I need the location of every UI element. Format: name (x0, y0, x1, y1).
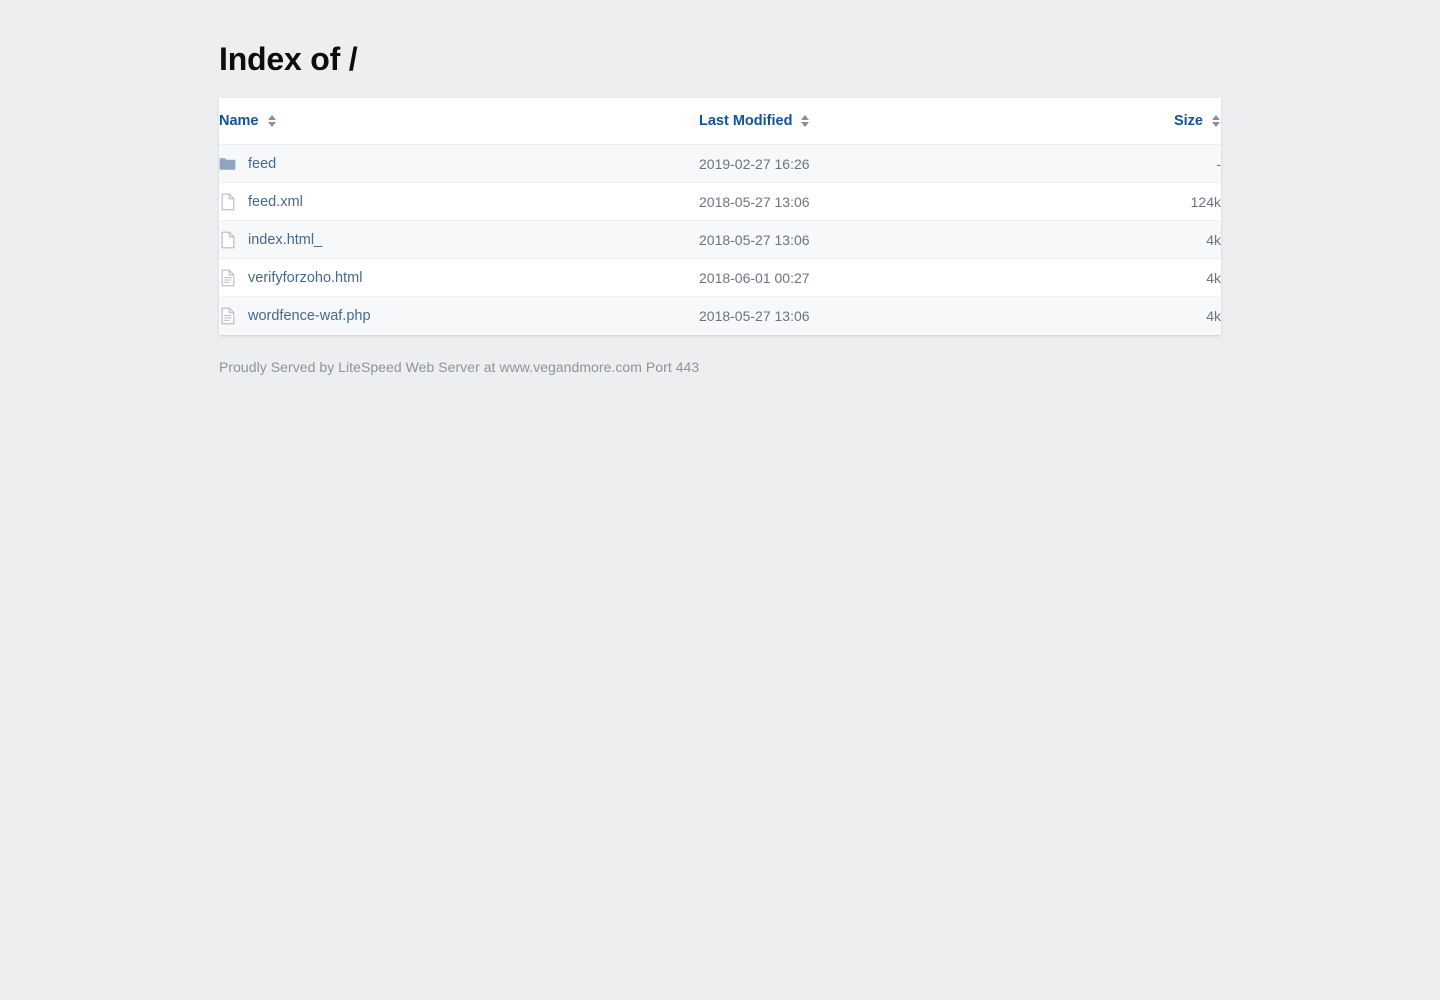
sort-updown-icon[interactable] (1212, 114, 1221, 128)
table-header-row: Name Last Modified Size (219, 98, 1221, 145)
folder-icon (219, 154, 236, 173)
cell-last-modified: 2019-02-27 16:26 (699, 155, 810, 172)
cell-size: 4k (1029, 258, 1221, 297)
file-icon (219, 230, 236, 249)
file-link[interactable]: wordfence-waf.php (248, 308, 371, 324)
cell-name: feed (219, 145, 699, 183)
file-listing-table: Name Last Modified Size feed 2019-02-27 … (219, 98, 1221, 335)
file-link[interactable]: feed (248, 156, 276, 172)
page-title: Index of / (219, 41, 358, 77)
cell-name: index.html_ (219, 220, 699, 259)
cell-name: feed.xml (219, 182, 699, 221)
sort-updown-icon[interactable] (801, 114, 810, 128)
table-row[interactable]: feed.xml 2018-05-27 13:06 124k (219, 182, 1221, 221)
column-header-size-label: Size (1173, 113, 1203, 129)
cell-size: 4k (1029, 296, 1221, 335)
column-header-name[interactable]: Name (219, 98, 699, 145)
file-listing-card: Name Last Modified Size feed 2019-02-27 … (219, 98, 1221, 335)
server-signature: Proudly Served by LiteSpeed Web Server a… (219, 358, 700, 375)
document-icon (219, 268, 236, 287)
table-row[interactable]: feed 2019-02-27 16:26 - (219, 144, 1221, 183)
table-row[interactable]: verifyforzoho.html 2018-06-01 00:27 4k (219, 258, 1221, 297)
sort-updown-icon[interactable] (267, 114, 277, 128)
cell-size: 4k (1029, 220, 1221, 259)
cell-name: wordfence-waf.php (219, 296, 699, 335)
cell-name: verifyforzoho.html (219, 258, 699, 297)
column-header-name-label: Name (219, 113, 259, 129)
column-header-last-modified[interactable]: Last Modified (699, 98, 1029, 145)
directory-index-page: Index of / Name Last Modified Size feed … (0, 0, 1440, 1000)
cell-last-modified: 2018-05-27 13:06 (699, 220, 1029, 259)
column-header-last-modified-label: Last Modified (699, 113, 793, 129)
cell-size: - (1216, 155, 1221, 172)
file-link[interactable]: feed.xml (248, 194, 303, 210)
cell-last-modified: 2018-05-27 13:06 (699, 182, 1029, 221)
file-icon (219, 192, 236, 211)
column-header-size[interactable]: Size (1029, 98, 1221, 145)
content-container: Index of / Name Last Modified Size feed … (219, 0, 1221, 375)
file-link[interactable]: verifyforzoho.html (248, 270, 362, 286)
file-link[interactable]: index.html_ (248, 232, 322, 248)
cell-last-modified: 2018-06-01 00:27 (699, 258, 1029, 297)
document-icon (219, 306, 236, 325)
cell-size: 124k (1029, 182, 1221, 221)
table-body: feed 2019-02-27 16:26 - feed.xml 2018-05… (219, 144, 1221, 335)
table-header: Name Last Modified Size (219, 98, 1221, 145)
cell-last-modified: 2018-05-27 13:06 (699, 296, 1029, 335)
table-row[interactable]: wordfence-waf.php 2018-05-27 13:06 4k (219, 296, 1221, 335)
table-row[interactable]: index.html_ 2018-05-27 13:06 4k (219, 220, 1221, 259)
